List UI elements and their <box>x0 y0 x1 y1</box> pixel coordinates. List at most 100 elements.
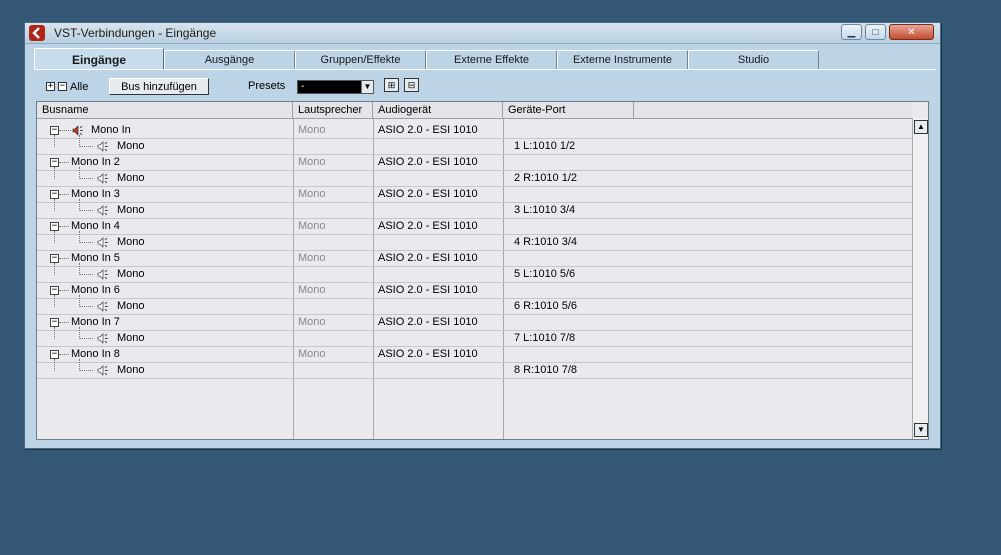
vertical-scrollbar[interactable]: ▲ ▼ <box>912 118 928 439</box>
speaker-icon[interactable] <box>97 269 109 280</box>
speaker-config[interactable]: Mono <box>298 219 326 235</box>
audio-device[interactable]: ASIO 2.0 - ESI 1010 <box>378 283 478 299</box>
speaker-config[interactable]: Mono <box>298 155 326 171</box>
close-icon: ✕ <box>907 26 916 38</box>
minimize-button[interactable]: ▁ <box>841 24 862 40</box>
table-row[interactable]: − Mono In Mono ASIO 2.0 - ESI 1010 <box>37 123 912 139</box>
vst-connections-window: VST-Verbindungen - Eingänge ▁ □ ✕ Eingän… <box>24 22 941 449</box>
table-row[interactable]: − Mono In 5 Mono ASIO 2.0 - ESI 1010 <box>37 251 912 267</box>
bus-table: Busname Lautsprecher Audiogerät Geräte-P… <box>36 101 929 440</box>
table-row[interactable]: Mono 7 L:1010 7/8 <box>37 327 912 347</box>
table-row[interactable]: Mono 4 R:1010 3/4 <box>37 231 912 251</box>
speaker-icon[interactable] <box>97 365 109 376</box>
plus-box-icon[interactable]: + <box>46 82 55 91</box>
speaker-icon[interactable] <box>97 237 109 248</box>
audio-device[interactable]: ASIO 2.0 - ESI 1010 <box>378 187 478 203</box>
table-row[interactable]: − Mono In 8 Mono ASIO 2.0 - ESI 1010 <box>37 347 912 363</box>
audio-device[interactable]: ASIO 2.0 - ESI 1010 <box>378 155 478 171</box>
table-header: Busname Lautsprecher Audiogerät Geräte-P… <box>37 102 912 119</box>
scroll-down-icon[interactable]: ▼ <box>914 423 928 437</box>
table-row[interactable]: − Mono In 6 Mono ASIO 2.0 - ESI 1010 <box>37 283 912 299</box>
device-port[interactable]: 7 L:1010 7/8 <box>514 331 575 347</box>
device-port[interactable]: 8 R:1010 7/8 <box>514 363 577 379</box>
add-bus-button[interactable]: Bus hinzufügen <box>109 78 209 95</box>
channel-name[interactable]: Mono <box>117 363 145 379</box>
save-preset-icon[interactable]: ⊞ <box>384 78 399 92</box>
channel-name[interactable]: Mono <box>117 267 145 283</box>
device-port[interactable]: 4 R:1010 3/4 <box>514 235 577 251</box>
collapse-icon[interactable]: − <box>50 222 59 231</box>
cubase-logo-icon <box>29 25 45 41</box>
table-row[interactable]: Mono 5 L:1010 5/6 <box>37 263 912 283</box>
bus-name[interactable]: Mono In <box>91 123 131 139</box>
channel-name[interactable]: Mono <box>117 203 145 219</box>
col-audiogeraet[interactable]: Audiogerät <box>373 102 503 118</box>
col-lautsprecher[interactable]: Lautsprecher <box>293 102 373 118</box>
device-port[interactable]: 1 L:1010 1/2 <box>514 139 575 155</box>
collapse-icon[interactable]: − <box>50 254 59 263</box>
speaker-icon[interactable] <box>97 333 109 344</box>
audio-device[interactable]: ASIO 2.0 - ESI 1010 <box>378 219 478 235</box>
tab-externe-instrumente[interactable]: Externe Instrumente <box>557 50 688 69</box>
collapse-icon[interactable]: − <box>50 190 59 199</box>
speaker-config[interactable]: Mono <box>298 283 326 299</box>
speaker-config[interactable]: Mono <box>298 123 326 139</box>
table-row[interactable]: Mono 2 R:1010 1/2 <box>37 167 912 187</box>
channel-name[interactable]: Mono <box>117 139 145 155</box>
table-row[interactable]: Mono 3 L:1010 3/4 <box>37 199 912 219</box>
speaker-icon[interactable] <box>97 173 109 184</box>
table-row[interactable]: − Mono In 4 Mono ASIO 2.0 - ESI 1010 <box>37 219 912 235</box>
collapse-icon[interactable]: − <box>50 158 59 167</box>
table-row[interactable]: − Mono In 3 Mono ASIO 2.0 - ESI 1010 <box>37 187 912 203</box>
audio-device[interactable]: ASIO 2.0 - ESI 1010 <box>378 251 478 267</box>
collapse-icon[interactable]: − <box>50 286 59 295</box>
audio-device[interactable]: ASIO 2.0 - ESI 1010 <box>378 347 478 363</box>
channel-name[interactable]: Mono <box>117 171 145 187</box>
minus-box-icon[interactable]: − <box>58 82 67 91</box>
tab-studio[interactable]: Studio <box>688 50 819 69</box>
tab-eingaenge[interactable]: Eingänge <box>34 48 164 70</box>
presets-label: Presets <box>248 80 286 92</box>
speaker-icon[interactable] <box>97 301 109 312</box>
tab-externe-effekte[interactable]: Externe Effekte <box>426 50 557 69</box>
presets-dropdown[interactable]: - ▼ <box>297 80 374 94</box>
tab-bar: Eingänge Ausgänge Gruppen/Effekte Extern… <box>34 48 934 70</box>
speaker-icon[interactable] <box>97 141 109 152</box>
collapse-icon[interactable]: − <box>50 318 59 327</box>
table-row[interactable]: Mono 1 L:1010 1/2 <box>37 135 912 155</box>
speaker-config[interactable]: Mono <box>298 315 326 331</box>
chevron-down-icon[interactable]: ▼ <box>361 81 373 93</box>
minimize-icon: ▁ <box>847 26 856 38</box>
tab-gruppen-effekte[interactable]: Gruppen/Effekte <box>295 50 426 69</box>
channel-name[interactable]: Mono <box>117 299 145 315</box>
speaker-config[interactable]: Mono <box>298 187 326 203</box>
collapse-icon[interactable]: − <box>50 126 59 135</box>
audio-device[interactable]: ASIO 2.0 - ESI 1010 <box>378 315 478 331</box>
presets-value: - <box>301 81 305 92</box>
speaker-icon[interactable] <box>97 205 109 216</box>
device-port[interactable]: 2 R:1010 1/2 <box>514 171 577 187</box>
speaker-active-icon[interactable] <box>72 125 84 136</box>
device-port[interactable]: 6 R:1010 5/6 <box>514 299 577 315</box>
audio-device[interactable]: ASIO 2.0 - ESI 1010 <box>378 123 478 139</box>
table-row[interactable]: − Mono In 2 Mono ASIO 2.0 - ESI 1010 <box>37 155 912 171</box>
table-row[interactable]: − Mono In 7 Mono ASIO 2.0 - ESI 1010 <box>37 315 912 331</box>
table-row[interactable]: Mono 8 R:1010 7/8 <box>37 359 912 379</box>
channel-name[interactable]: Mono <box>117 235 145 251</box>
speaker-config[interactable]: Mono <box>298 347 326 363</box>
table-row[interactable]: Mono 6 R:1010 5/6 <box>37 295 912 315</box>
speaker-config[interactable]: Mono <box>298 251 326 267</box>
channel-name[interactable]: Mono <box>117 331 145 347</box>
device-port[interactable]: 5 L:1010 5/6 <box>514 267 575 283</box>
close-button[interactable]: ✕ <box>889 24 934 40</box>
tab-ausgaenge[interactable]: Ausgänge <box>164 50 295 69</box>
maximize-button[interactable]: □ <box>865 24 886 40</box>
col-busname[interactable]: Busname <box>37 102 293 118</box>
title-bar[interactable]: VST-Verbindungen - Eingänge ▁ □ ✕ <box>25 23 940 44</box>
scroll-up-icon[interactable]: ▲ <box>914 120 928 134</box>
device-port[interactable]: 3 L:1010 3/4 <box>514 203 575 219</box>
col-geraete-port[interactable]: Geräte-Port <box>503 102 634 118</box>
collapse-icon[interactable]: − <box>50 350 59 359</box>
delete-preset-icon[interactable]: ⊟ <box>404 78 419 92</box>
all-label: Alle <box>70 81 89 93</box>
